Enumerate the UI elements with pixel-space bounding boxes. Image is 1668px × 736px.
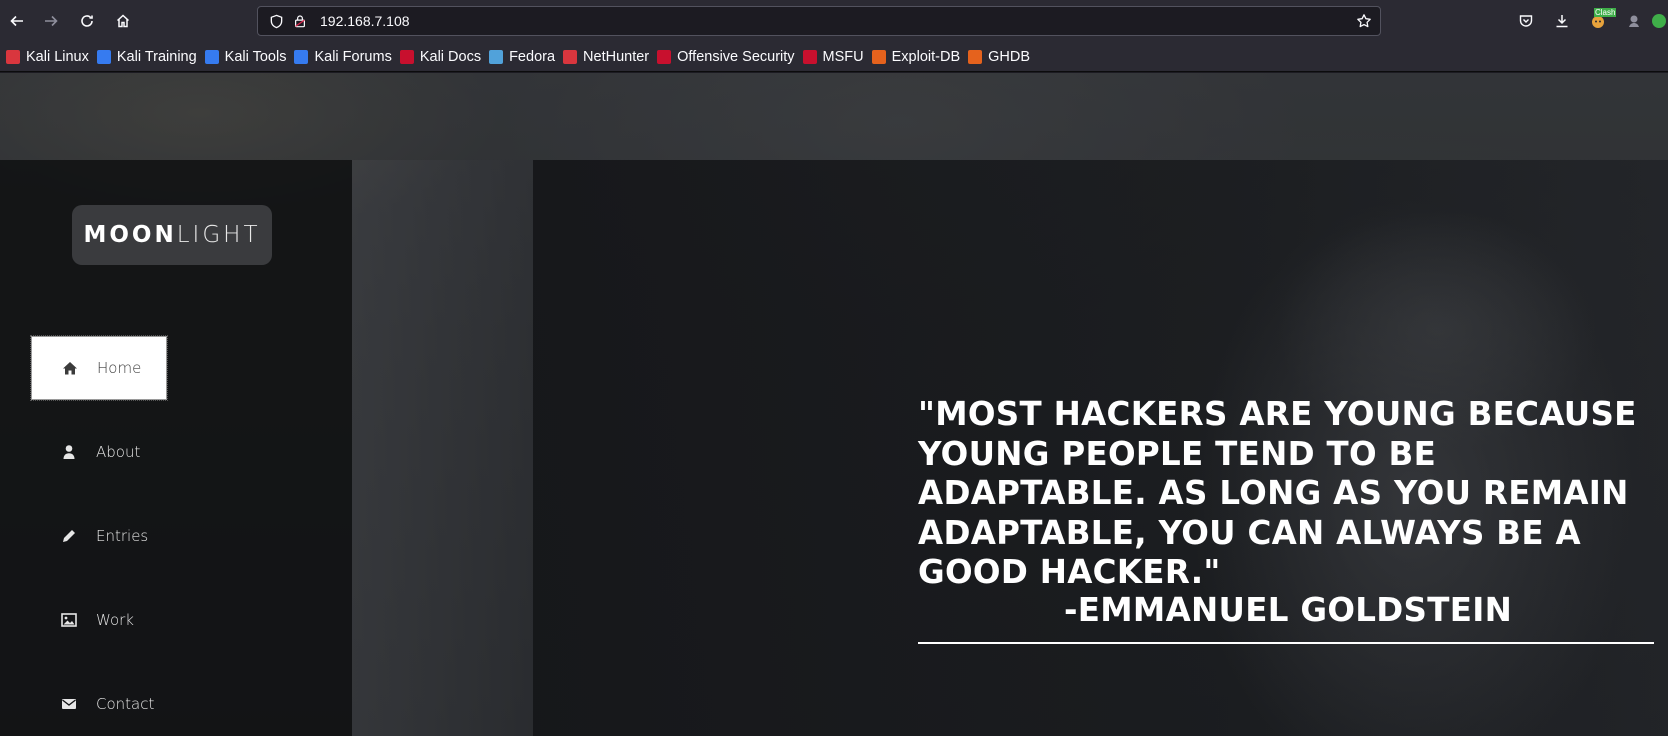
bookmark-favicon-icon [399, 49, 414, 64]
quote-divider [918, 642, 1654, 644]
bookmark-favicon-icon [871, 49, 886, 64]
house-icon [116, 14, 130, 28]
downloads-button[interactable] [1544, 3, 1580, 39]
arrow-left-icon [10, 15, 23, 27]
bookmarks-toolbar: Kali Linux Kali Training Kali Tools Kali Fo… [0, 42, 1668, 72]
shield-icon[interactable] [268, 13, 284, 29]
menu-item-about[interactable]: About [31, 420, 167, 484]
toolbar-right: Clash [1508, 0, 1668, 42]
pencil-icon [60, 527, 78, 545]
bookmark-favicon-icon [96, 49, 111, 64]
browser-toolbar: 192.168.7.108 Clash [0, 0, 1668, 42]
menu-item-contact[interactable]: Contact [31, 672, 167, 736]
bookmark-label: Kali Docs [419, 48, 482, 65]
bookmark-label: Offensive Security [677, 48, 795, 65]
bookmark-favicon-icon [563, 49, 578, 64]
quote-line: "MOST HACKERS ARE YOUNG BECAUSE [918, 395, 1637, 433]
menu-item-label: Contact [96, 695, 155, 713]
pocket-button[interactable] [1508, 3, 1544, 39]
hero-quote: "MOST HACKERS ARE YOUNG BECAUSE YOUNG PE… [918, 395, 1658, 593]
quote-line: ADAPTABLE, YOU CAN ALWAYS BE A [918, 513, 1581, 552]
bookmark-label: Kali Tools [224, 48, 287, 65]
bookmark-item[interactable]: Kali Forums [292, 45, 397, 69]
pocket-icon [1519, 15, 1533, 27]
clash-badge: Clash [1594, 8, 1617, 17]
menu-item-label: About [96, 443, 141, 461]
bookmark-item[interactable]: Fedora [487, 45, 561, 69]
envelope-icon [60, 695, 78, 713]
download-icon [1556, 15, 1568, 28]
back-button[interactable] [0, 4, 34, 38]
green-extension-icon [1652, 14, 1666, 28]
logo-light-text: LIGHT [176, 222, 261, 248]
site-logo[interactable]: MOON LIGHT [72, 205, 272, 265]
header-background [0, 73, 1668, 160]
bookmark-favicon-icon [489, 49, 504, 64]
bookmark-label: Kali Forums [314, 48, 392, 65]
bookmark-label: Exploit-DB [891, 48, 961, 65]
extension-2-button[interactable] [1652, 3, 1668, 39]
bookmark-label: MSFU [822, 48, 864, 65]
bookmark-label: Fedora [509, 48, 556, 65]
bookmark-label: Kali Linux [26, 48, 89, 65]
bookmark-favicon-icon [657, 49, 672, 64]
bookmark-favicon-icon [294, 49, 309, 64]
bookmark-item[interactable]: NetHunter [561, 45, 655, 69]
bookmark-item[interactable]: GHDB [966, 45, 1036, 69]
menu-item-label: Work [96, 611, 134, 629]
quote-line: ADAPTABLE. AS LONG AS YOU REMAIN [918, 474, 1629, 512]
bookmark-item[interactable]: Exploit-DB [870, 45, 967, 69]
bookmark-item[interactable]: Offensive Security [655, 45, 800, 69]
bookmark-favicon-icon [802, 49, 817, 64]
menu-item-entries[interactable]: Entries [31, 504, 167, 568]
address-bar[interactable]: 192.168.7.108 [257, 6, 1381, 36]
menu-item-work[interactable]: Work [31, 588, 167, 652]
bookmark-label: GHDB [988, 48, 1031, 65]
bookmark-item[interactable]: Kali Training [95, 45, 203, 69]
bookmark-favicon-icon [204, 49, 219, 64]
bookmark-favicon-icon [6, 49, 20, 64]
url-text[interactable]: 192.168.7.108 [320, 13, 410, 29]
bookmark-label: NetHunter [583, 48, 650, 65]
logo-bold-text: MOON [83, 222, 177, 248]
bookmark-item[interactable]: Kali Docs [398, 45, 487, 69]
bookmark-item[interactable]: MSFU [801, 45, 870, 69]
menu-item-label: Entries [96, 527, 149, 545]
bookmark-item[interactable]: Kali Linux [4, 45, 95, 69]
reload-button[interactable] [70, 4, 104, 38]
quote-line: GOOD HACKER." [918, 553, 1221, 591]
home-icon [61, 359, 79, 377]
home-button[interactable] [106, 4, 140, 38]
quote-author: -EMMANUEL GOLDSTEIN [1064, 591, 1513, 629]
arrow-right-icon [45, 15, 58, 27]
menu-item-label: Home [97, 359, 142, 377]
bookmark-label: Kali Training [116, 48, 197, 65]
quote-line: YOUNG PEOPLE TEND TO BE [918, 434, 1437, 473]
image-icon [60, 611, 78, 629]
clash-extension-button[interactable]: Clash [1580, 3, 1617, 39]
user-icon [60, 443, 78, 461]
background-column [352, 160, 533, 736]
lock-icon[interactable] [292, 13, 308, 29]
alien-icon [1629, 15, 1639, 27]
bookmark-favicon-icon [968, 49, 983, 64]
menu-item-home[interactable]: Home [30, 335, 168, 401]
bookmark-item[interactable]: Kali Tools [203, 45, 293, 69]
reload-icon [81, 15, 93, 27]
star-icon[interactable] [1356, 13, 1372, 29]
forward-button[interactable] [34, 4, 68, 38]
extension-button[interactable] [1616, 3, 1652, 39]
